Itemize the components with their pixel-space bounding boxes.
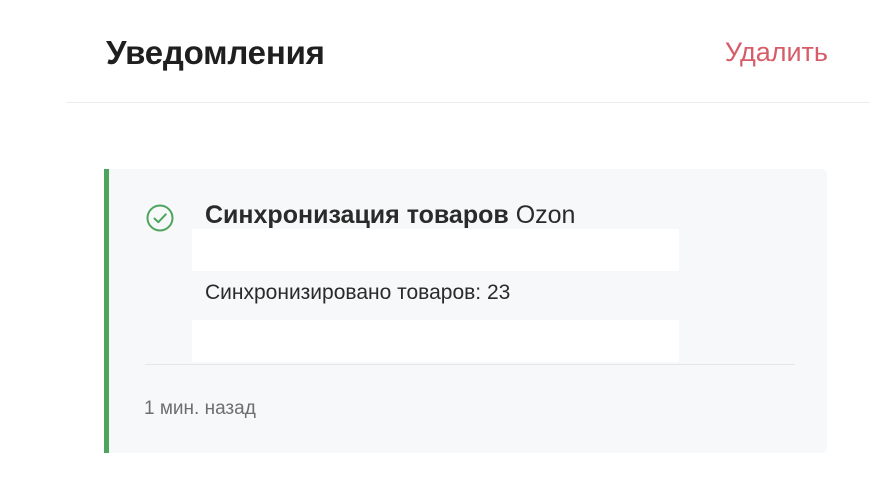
check-circle-icon (146, 204, 174, 232)
notification-title-source: Ozon (515, 201, 576, 229)
redacted-block (192, 320, 679, 362)
notification-title: Синхронизация товаров Ozon (205, 199, 575, 231)
notification-accent-bar (104, 169, 109, 453)
card-divider (145, 364, 795, 365)
panel-header: Уведомления Удалить (0, 0, 890, 104)
notification-timestamp: 1 мин. назад (144, 398, 256, 419)
redacted-block (192, 229, 679, 271)
notification-card[interactable]: Синхронизация товаров Ozon Синхронизиров… (104, 169, 827, 453)
notification-title-main: Синхронизация товаров (205, 201, 509, 229)
delete-button[interactable]: Удалить (725, 34, 828, 70)
notification-message: Синхронизировано товаров: 23 (205, 281, 511, 304)
notifications-panel: Уведомления Удалить Синхронизация товаро… (0, 0, 890, 494)
header-divider (66, 102, 870, 103)
page-title: Уведомления (106, 34, 325, 71)
